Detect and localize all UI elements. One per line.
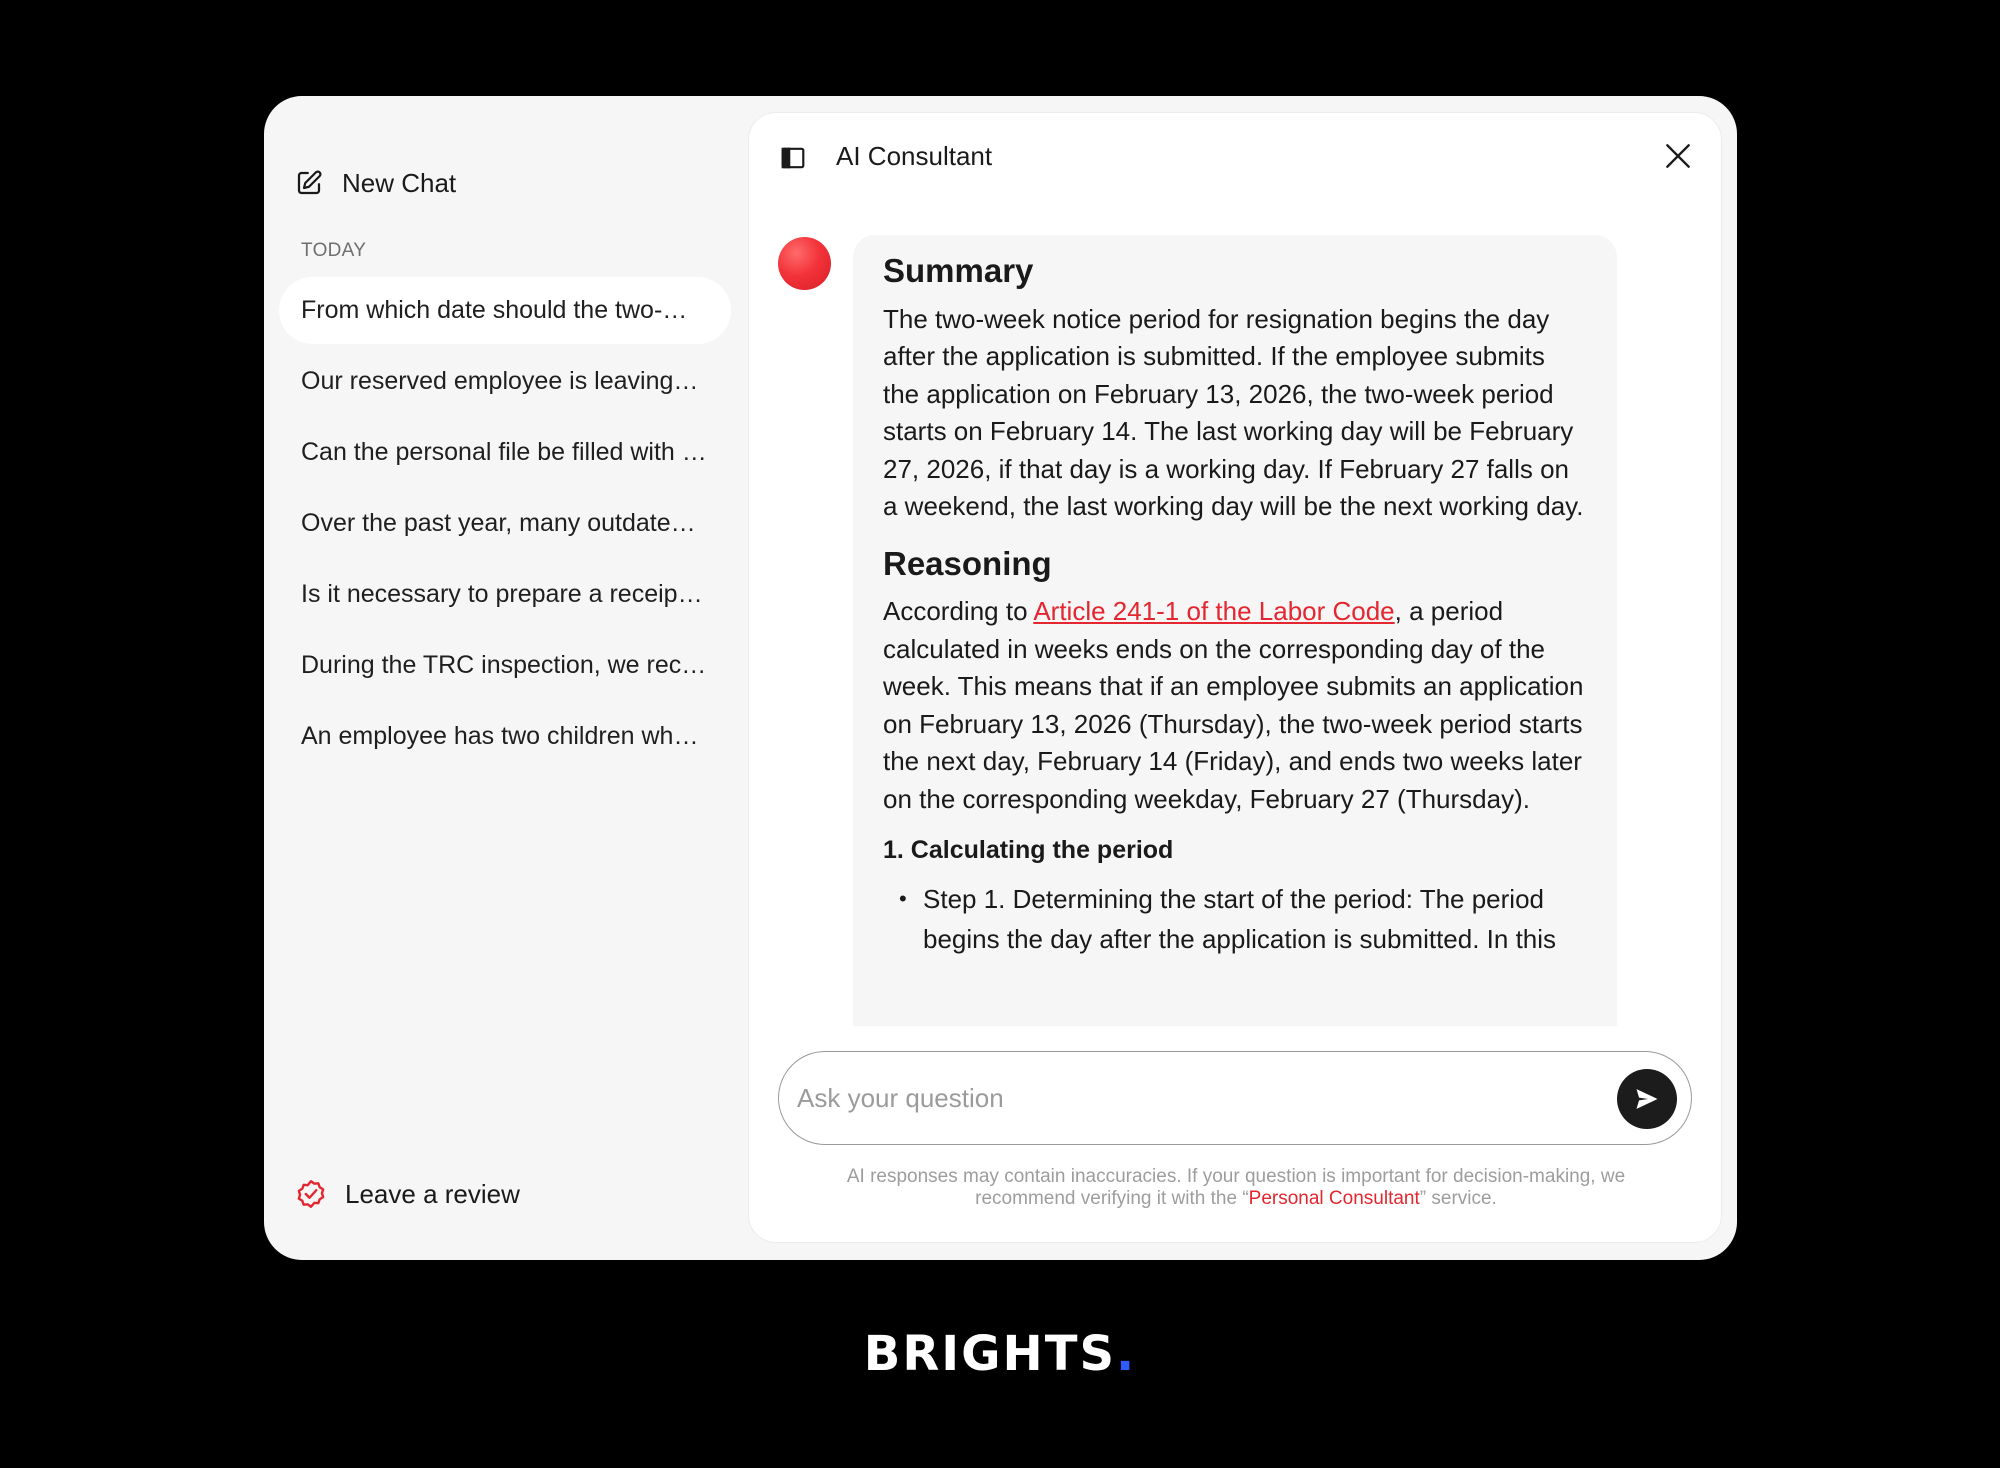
brand-name: BRIGHTS: [863, 1326, 1117, 1382]
ai-disclaimer: AI responses may contain inaccuracies. I…: [809, 1166, 1663, 1210]
chat-history-item-label: During the TRC inspection, we received a…: [301, 651, 709, 679]
brand-logo: BRIGHTS.: [0, 1326, 2000, 1382]
reasoning-suffix: , a period calculated in weeks ends on t…: [883, 596, 1584, 814]
calculation-subheading: 1. Calculating the period: [883, 836, 1174, 865]
app-window: New Chat TODAY From which date should th…: [264, 96, 1737, 1260]
send-icon: [1636, 1089, 1658, 1109]
chat-header: AI Consultant: [749, 113, 1721, 205]
personal-consultant-link[interactable]: Personal Consultant: [1249, 1188, 1420, 1209]
chat-history-item[interactable]: During the TRC inspection, we received a…: [279, 632, 731, 699]
assistant-message: Summary The two-week notice period for r…: [853, 235, 1617, 1026]
chat-history-item-active[interactable]: From which date should the two-week noti…: [279, 277, 731, 344]
reasoning-text: According to Article 241-1 of the Labor …: [883, 593, 1587, 818]
summary-text: The two-week notice period for resignati…: [883, 303, 1584, 522]
reasoning-prefix: According to: [883, 596, 1034, 627]
chat-history-item-label: Our reserved employee is leaving the com…: [301, 367, 702, 395]
send-button[interactable]: [1617, 1069, 1677, 1129]
labor-code-link[interactable]: Article 241-1 of the Labor Code: [1033, 596, 1394, 626]
sidebar-toggle-icon[interactable]: [780, 145, 806, 171]
new-chat-label: New Chat: [342, 167, 457, 198]
question-input-box[interactable]: [778, 1051, 1692, 1145]
close-icon[interactable]: [1662, 140, 1694, 172]
sidebar: New Chat TODAY From which date should th…: [264, 96, 747, 1260]
history-section-label: TODAY: [301, 240, 367, 261]
chat-history-item-label: An employee has two children who need ca…: [301, 722, 709, 750]
chat-panel: AI Consultant Summary The two-week notic…: [748, 112, 1722, 1243]
calculation-steps: Step 1. Determining the start of the per…: [883, 879, 1587, 959]
calculation-step: Step 1. Determining the start of the per…: [895, 879, 1587, 959]
reasoning-heading: Reasoning: [883, 544, 1052, 582]
verified-badge-icon: [297, 1180, 325, 1208]
chat-history-item-label: Over the past year, many outdated docume…: [301, 509, 701, 537]
disclaimer-suffix: ” service.: [1419, 1188, 1497, 1209]
leave-review-label: Leave a review: [345, 1178, 520, 1209]
brand-dot: .: [1116, 1326, 1137, 1382]
leave-review-button[interactable]: Leave a review: [293, 1176, 520, 1212]
chat-history-item[interactable]: Can the personal file be filled with cop…: [279, 419, 731, 486]
chat-history-list: From which date should the two-week noti…: [279, 277, 731, 774]
chat-title: AI Consultant: [836, 141, 993, 171]
new-chat-button[interactable]: New Chat: [294, 158, 456, 208]
summary-heading: Summary: [883, 252, 1034, 289]
chat-history-item[interactable]: Over the past year, many outdated docume…: [279, 490, 731, 557]
chat-history-item-label: From which date should the two-week noti…: [301, 296, 698, 324]
assistant-avatar: [778, 237, 831, 290]
question-input[interactable]: [797, 1074, 1587, 1122]
disclaimer-prefix: AI responses may contain inaccuracies. I…: [846, 1166, 1626, 1209]
chat-history-item-label: Can the personal file be filled with cop…: [301, 438, 709, 466]
chat-history-item[interactable]: Our reserved employee is leaving the com…: [279, 348, 731, 415]
edit-icon: [297, 170, 322, 195]
chat-history-item[interactable]: Is it necessary to prepare a receipt for…: [279, 561, 731, 628]
chat-history-item-label: Is it necessary to prepare a receipt for…: [301, 580, 709, 608]
chat-history-item[interactable]: An employee has two children who need ca…: [279, 703, 731, 770]
